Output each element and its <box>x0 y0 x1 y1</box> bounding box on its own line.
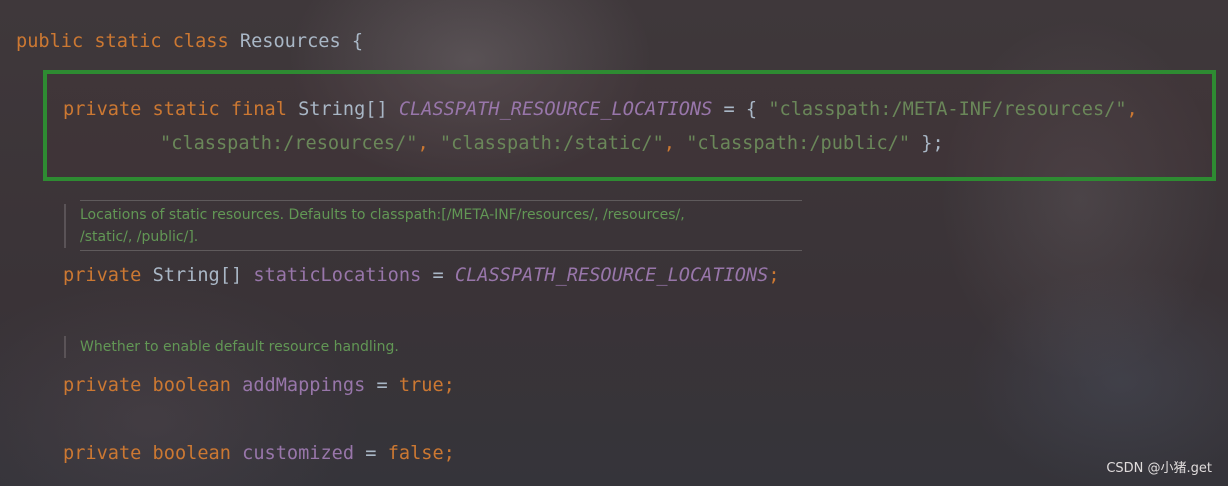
class-open-brace: { <box>351 31 364 52</box>
field-customized: private boolean customized = false; <box>63 442 455 466</box>
field2-end: ; <box>768 265 780 286</box>
class-modifiers: public static class <box>16 31 229 52</box>
field4-name: customized <box>242 443 355 464</box>
doc1-line2: /static/, /public/]. <box>80 229 199 245</box>
field3-end: ; <box>443 375 455 396</box>
field1-value-3: "classpath:/public/" <box>686 133 911 154</box>
field-static-locations: private String[] staticLocations = CLASS… <box>63 264 780 288</box>
field1-value-0: "classpath:/META-INF/resources/" <box>768 99 1127 120</box>
field3-operator: = <box>376 375 388 396</box>
field2-name: staticLocations <box>253 265 422 286</box>
field4-end: ; <box>443 443 455 464</box>
field-classpath-locations-line1: private static final String[] CLASSPATH_… <box>63 99 1138 120</box>
field4-value: false <box>387 443 444 464</box>
field1-operator: = { <box>723 99 758 120</box>
class-name: Resources <box>239 31 341 52</box>
field1-name: CLASSPATH_RESOURCE_LOCATIONS <box>398 99 713 120</box>
field1-value-2: "classpath:/static/" <box>439 133 664 154</box>
doc-divider-top <box>80 200 802 201</box>
field4-operator: = <box>365 443 377 464</box>
field4-modifiers: private boolean <box>63 443 231 464</box>
field1-end: }; <box>921 133 944 154</box>
field2-type: String[] <box>152 265 243 286</box>
highlight-box <box>43 70 1216 181</box>
doc-comment-add-mappings: Whether to enable default resource handl… <box>64 336 399 358</box>
doc1-line1: Locations of static resources. Defaults … <box>80 207 685 223</box>
field1-type: String[] <box>298 99 388 120</box>
doc-comment-static-locations: Locations of static resources. Defaults … <box>64 204 685 248</box>
field3-name: addMappings <box>242 375 366 396</box>
field-add-mappings: private boolean addMappings = true; <box>63 374 455 398</box>
doc-divider-bottom <box>80 250 802 251</box>
field2-operator: = <box>432 265 444 286</box>
csdn-watermark: CSDN @小猪.get <box>1106 461 1212 476</box>
class-declaration: public static class Resources { <box>16 30 363 54</box>
field1-modifiers: private static final <box>63 99 287 120</box>
field2-value: CLASSPATH_RESOURCE_LOCATIONS <box>454 265 769 286</box>
doc2-line1: Whether to enable default resource handl… <box>80 339 399 355</box>
field1-value-1: "classpath:/resources/" <box>160 133 418 154</box>
field2-modifiers: private <box>63 265 142 286</box>
field3-modifiers: private boolean <box>63 375 231 396</box>
field3-value: true <box>398 375 444 396</box>
field-classpath-locations-line2: "classpath:/resources/", "classpath:/sta… <box>160 133 944 154</box>
